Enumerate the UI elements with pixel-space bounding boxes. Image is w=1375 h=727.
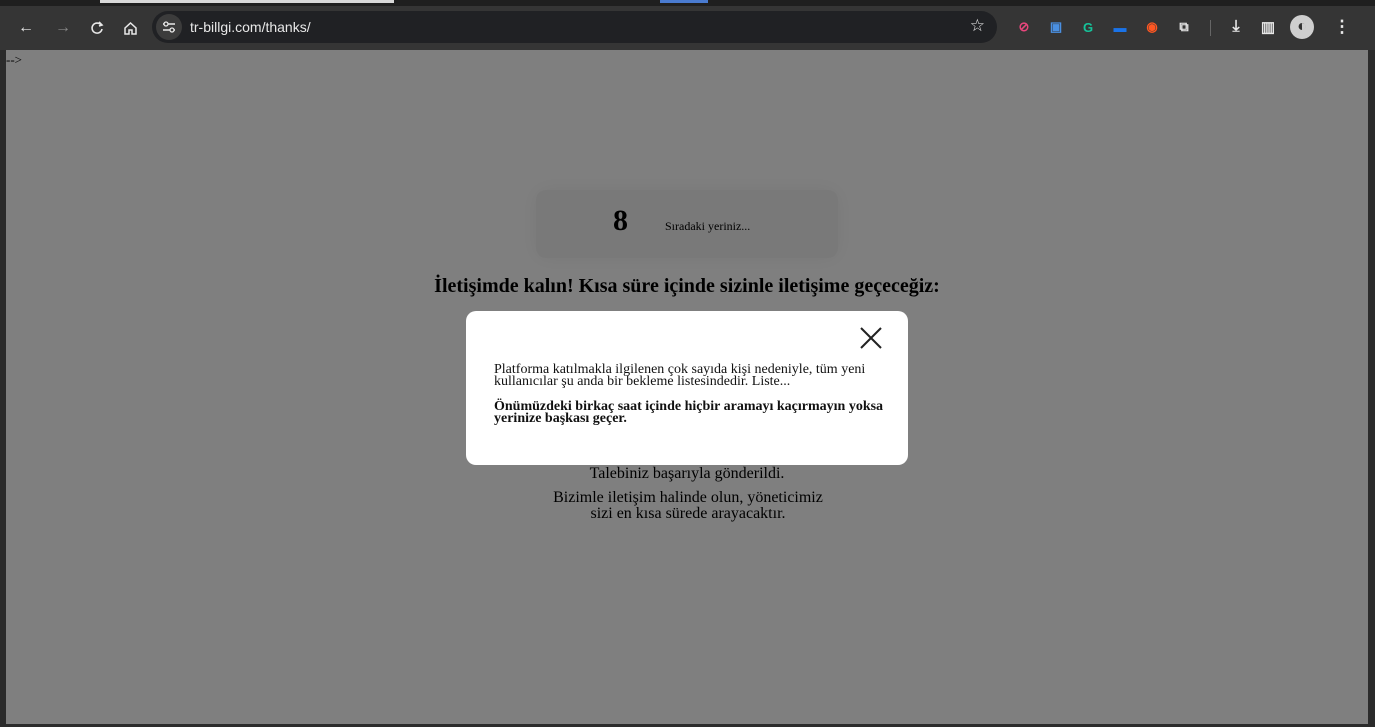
ext-4-icon[interactable]: ▬ [1110,17,1130,37]
modal-warning-text: Önümüzdeki birkaç saat içinde hiçbir ara… [494,399,884,426]
browser-menu-icon[interactable]: ⋮ [1332,17,1352,37]
forward-icon[interactable]: → [52,17,74,39]
site-info-glyph [163,21,175,33]
home-icon[interactable] [119,17,141,39]
profile-avatar-icon[interactable]: ◐ [1290,15,1314,39]
bookmark-star-icon[interactable]: ☆ [970,16,985,36]
back-icon[interactable]: ← [15,17,37,39]
active-tab-indicator [100,0,394,3]
browser-toolbar: ← → tr-billgi.com/thanks/ ☆ ⊘ ▣ G ▬ ◉ ⧉ … [0,6,1375,50]
page-content: --> 8 Sıradaki yeriniz... İletişimde kal… [6,50,1368,724]
tab-indicator [660,0,708,3]
ext-5-icon[interactable]: ◉ [1142,17,1162,37]
home-glyph [123,21,137,35]
side-panel-icon[interactable]: ▥ [1258,17,1278,37]
close-glyph [860,327,882,349]
ext-2-icon[interactable]: ▣ [1046,17,1066,37]
reload-icon[interactable] [86,17,108,39]
site-info-icon[interactable] [156,14,182,40]
modal-body-text: Platforma katılmakla ilgilenen çok sayıd… [494,362,866,389]
waitlist-modal: Platforma katılmakla ilgilenen çok sayıd… [466,311,908,465]
address-bar[interactable]: tr-billgi.com/thanks/ ☆ [152,11,997,43]
url-text[interactable]: tr-billgi.com/thanks/ [190,19,311,35]
ext-1-icon[interactable]: ⊘ [1014,17,1034,37]
close-icon[interactable] [856,323,886,353]
puzzle-icon[interactable]: ⧉ [1174,17,1194,37]
grammarly-icon[interactable]: G [1078,17,1098,37]
download-icon[interactable]: ⤓ [1226,17,1246,37]
reload-glyph [91,21,104,34]
toolbar-divider [1210,20,1211,36]
